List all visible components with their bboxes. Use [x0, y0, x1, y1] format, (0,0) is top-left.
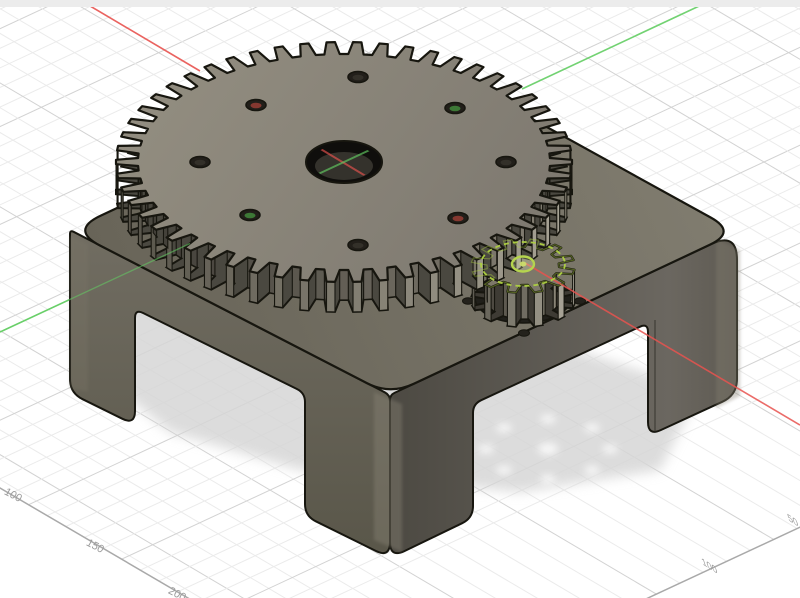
window-top-strip: [0, 0, 800, 7]
viewport-3d[interactable]: 100 150 200 100 50: [0, 0, 800, 598]
